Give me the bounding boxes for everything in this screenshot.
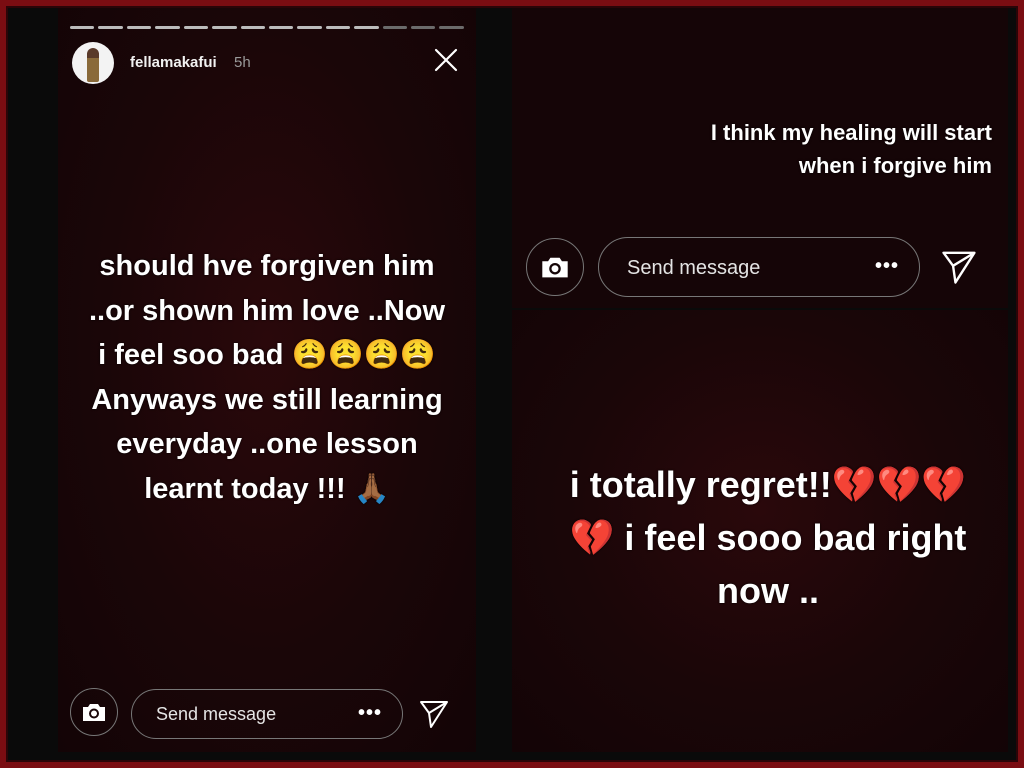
progress-segment [382, 26, 408, 29]
send-message-placeholder: Send message [156, 704, 277, 724]
progress-segment [183, 26, 209, 29]
story-username[interactable]: fellamakafui [130, 54, 217, 71]
story-panel-right-bottom[interactable]: i totally regret!!💔💔💔💔 i feel sooo bad r… [512, 310, 1008, 752]
story-caption-text: should hve forgiven him ..or shown him l… [88, 250, 446, 505]
send-icon[interactable] [418, 698, 452, 732]
close-icon[interactable] [434, 48, 458, 72]
progress-segment [439, 26, 464, 29]
reply-bar: Send message ••• [68, 686, 468, 740]
camera-icon [542, 257, 568, 278]
send-icon[interactable] [940, 248, 978, 286]
progress-segment [297, 26, 322, 29]
progress-segment [70, 26, 95, 29]
more-options-icon[interactable]: ••• [875, 255, 899, 278]
story-panel-left[interactable]: fellamakafui 5h should hve forgiven him … [58, 8, 476, 752]
progress-segment [325, 26, 351, 29]
more-options-icon[interactable]: ••• [358, 702, 382, 725]
progress-segment [98, 26, 123, 29]
story-panel-right-top[interactable]: I think my healing will start when i for… [512, 8, 1008, 308]
story-timestamp: 5h [234, 54, 251, 71]
progress-segment [126, 26, 152, 29]
progress-segment [411, 26, 436, 29]
send-message-input-2[interactable]: Send message ••• [598, 237, 920, 297]
camera-button-2[interactable] [526, 238, 584, 296]
avatar[interactable] [72, 42, 114, 84]
story-progress-bar [70, 26, 464, 29]
send-message-placeholder-2: Send message [627, 257, 761, 279]
progress-segment [354, 26, 379, 29]
story-caption-text-2: I think my healing will start when i for… [710, 120, 992, 178]
progress-segment [240, 26, 265, 29]
send-icon-svg [420, 701, 448, 728]
avatar-figure [87, 48, 99, 82]
progress-segment [212, 26, 237, 29]
progress-segment [268, 26, 294, 29]
camera-icon [83, 704, 105, 721]
reply-bar-2: Send message ••• [524, 236, 1002, 297]
camera-button[interactable] [70, 688, 118, 736]
send-icon-svg-2 [942, 251, 976, 284]
close-icon-svg [434, 48, 458, 72]
progress-segment [155, 26, 180, 29]
send-message-input[interactable]: Send message ••• [131, 689, 403, 739]
story-caption-text-3: i totally regret!!💔💔💔💔 i feel sooo bad r… [569, 464, 967, 611]
